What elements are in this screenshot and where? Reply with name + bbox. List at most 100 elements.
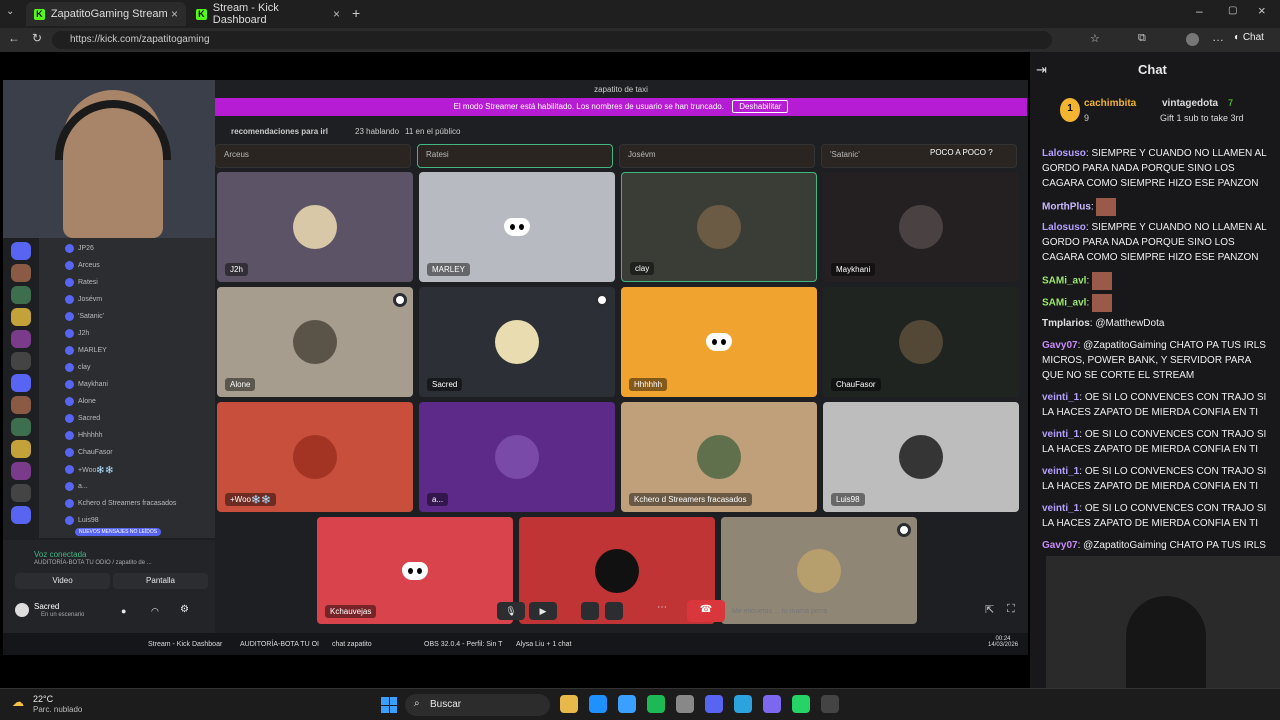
participant-tile[interactable]: Kchero d Streamers fracasados — [621, 402, 817, 512]
activity-button[interactable] — [605, 602, 623, 620]
taskbar-app-icon[interactable] — [560, 695, 578, 713]
member-item[interactable]: Hhhhhh — [65, 431, 103, 440]
member-item[interactable]: Sacred — [65, 414, 100, 423]
member-item[interactable]: Luis98 — [65, 516, 99, 525]
tab-zapatitogaming[interactable]: K ZapatitoGaming Stream - Watch L × — [26, 2, 186, 26]
server-icon[interactable] — [11, 396, 31, 414]
participant-tile[interactable]: +Woo❄️❄️ — [217, 402, 413, 512]
camera-button[interactable]: ▶ — [529, 602, 557, 620]
chat-username[interactable]: veinti_1 — [1042, 466, 1079, 477]
server-icon[interactable] — [11, 418, 31, 436]
second-gifter[interactable]: vintagedota — [1162, 98, 1218, 109]
taskbar-app-icon[interactable] — [792, 695, 810, 713]
taskbar-app-icon[interactable] — [705, 695, 723, 713]
search-box[interactable]: ⌕ Buscar — [405, 694, 550, 716]
server-icon[interactable] — [11, 330, 31, 348]
chat-username[interactable]: Gavy07 — [1042, 340, 1078, 351]
refresh-icon[interactable]: ↻ — [32, 31, 42, 45]
settings-icon[interactable]: ⚙ — [180, 604, 189, 615]
close-icon[interactable]: × — [171, 7, 178, 21]
user-avatar[interactable] — [15, 603, 29, 617]
taskbar-app-icon[interactable] — [676, 695, 694, 713]
fullscreen-icon[interactable]: ⛶ — [1007, 603, 1015, 616]
participant-tile[interactable]: Sacred — [419, 287, 615, 397]
server-icon[interactable] — [11, 374, 31, 392]
server-icon[interactable] — [11, 352, 31, 370]
collapse-chat-icon[interactable]: ⇥ — [1036, 62, 1047, 78]
taskbar-app-icon[interactable] — [763, 695, 781, 713]
taskbar-app-icon[interactable] — [589, 695, 607, 713]
share-button[interactable] — [581, 602, 599, 620]
menu-icon[interactable]: … — [1212, 30, 1224, 44]
participant-tile[interactable]: Kchauvejas — [317, 517, 513, 624]
chat-username[interactable]: Gavy07 — [1042, 540, 1078, 551]
server-icon[interactable] — [11, 242, 31, 260]
maximize-button[interactable]: ▢ — [1228, 5, 1237, 16]
participant-tile[interactable]: Luis98 — [823, 402, 1019, 512]
popout-icon[interactable]: ⇱ — [985, 603, 994, 616]
participant-tile[interactable]: MARLEY — [419, 172, 615, 282]
close-window-button[interactable]: × — [1258, 3, 1266, 18]
profile-icon[interactable] — [1186, 33, 1199, 46]
chat-username[interactable]: MorthPlus — [1042, 202, 1091, 213]
member-item[interactable]: Maykhani — [65, 380, 108, 389]
chat-username[interactable]: veinti_1 — [1042, 392, 1079, 403]
participant-tile[interactable]: ChauFasor — [823, 287, 1019, 397]
taskbar-app-icon[interactable] — [821, 695, 839, 713]
member-item[interactable]: J2h — [65, 329, 89, 338]
member-item[interactable]: ChauFasor — [65, 448, 113, 457]
server-icon[interactable] — [11, 286, 31, 304]
chat-username[interactable]: veinti_1 — [1042, 429, 1079, 440]
screen-button[interactable]: Pantalla — [113, 573, 208, 589]
member-item[interactable]: MARLEY — [65, 346, 107, 355]
participant-tile[interactable]: Alone — [217, 287, 413, 397]
chat-username[interactable]: veinti_1 — [1042, 503, 1079, 514]
member-item[interactable]: Ratesi — [65, 278, 98, 287]
participant-tile[interactable]: clay — [621, 172, 817, 282]
top-row-tile[interactable]: Arceus — [215, 144, 411, 168]
favorites-icon[interactable]: ☆ — [1090, 32, 1100, 45]
mic-icon[interactable]: ● — [121, 606, 126, 616]
extensions-icon[interactable]: ⧉ — [1138, 32, 1146, 45]
participant-tile[interactable]: J2h — [217, 172, 413, 282]
chat-username[interactable]: Tmplarios — [1042, 318, 1090, 329]
member-item[interactable]: +Woo❄️❄️ — [65, 465, 114, 474]
new-messages-pill[interactable]: NUEVOS MENSAJES NO LEÍDOS — [75, 528, 162, 536]
tab-list-icon[interactable]: ⌄ — [6, 6, 20, 20]
gift-cta[interactable]: Gift 1 sub to take 3rd — [1160, 113, 1244, 123]
back-icon[interactable]: ← — [8, 31, 20, 45]
headphone-icon[interactable]: ◠ — [151, 606, 159, 617]
tab-kick-dashboard[interactable]: K Stream - Kick Dashboard × — [188, 2, 348, 26]
member-item[interactable]: Kchero d Streamers fracasados — [65, 499, 176, 508]
server-icon[interactable] — [11, 440, 31, 458]
chat-username[interactable]: SAMi_avl — [1042, 276, 1086, 287]
server-icon[interactable] — [11, 462, 31, 480]
server-icon[interactable] — [11, 308, 31, 326]
url-field[interactable]: https://kick.com/zapatitogaming — [52, 31, 1052, 49]
weather-temp[interactable]: 22°C — [33, 694, 53, 704]
top-row-tile[interactable]: Josévm — [619, 144, 815, 168]
participant-tile[interactable]: Hhhhhh — [621, 287, 817, 397]
member-item[interactable]: Arceus — [65, 261, 100, 270]
more-button[interactable]: ⋯ — [657, 602, 667, 613]
participant-tile[interactable]: Maykhani — [823, 172, 1019, 282]
top-row-tile[interactable]: Ratesi — [417, 144, 613, 168]
server-icon[interactable] — [11, 264, 31, 282]
participant-tile[interactable]: a... — [419, 402, 615, 512]
top-gifter[interactable]: cachimbita — [1084, 98, 1136, 109]
member-item[interactable]: JP26 — [65, 244, 94, 253]
chat-username[interactable]: SAMi_avl — [1042, 298, 1086, 309]
copilot-button[interactable]: ◐ Chat — [1234, 32, 1264, 43]
taskbar-app-icon[interactable] — [734, 695, 752, 713]
member-item[interactable]: clay — [65, 363, 90, 372]
mute-button[interactable]: 🎙 — [497, 602, 525, 620]
member-item[interactable]: a... — [65, 482, 88, 491]
start-icon[interactable] — [381, 697, 397, 713]
disable-button[interactable]: Deshabilitar — [732, 100, 789, 113]
taskbar-app-icon[interactable] — [618, 695, 636, 713]
chat-username[interactable]: Lalosuso — [1042, 222, 1086, 233]
message-input[interactable]: Me etiquetas ... tu mamá perra — [732, 608, 827, 615]
member-item[interactable]: 'Satanic' — [65, 312, 104, 321]
member-item[interactable]: Josévm — [65, 295, 102, 304]
hangup-button[interactable]: ☎ — [687, 600, 725, 622]
